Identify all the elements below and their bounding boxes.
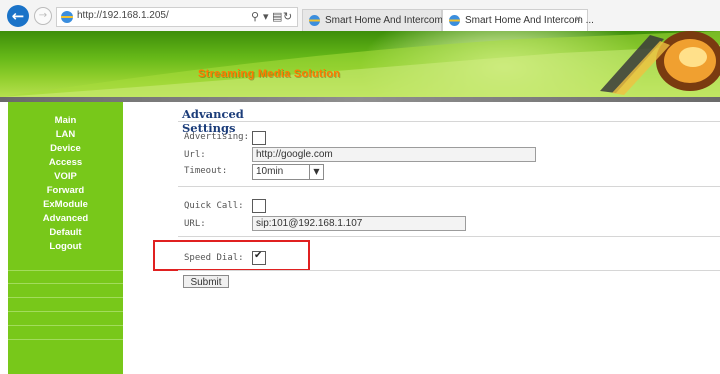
close-icon[interactable]: × bbox=[575, 14, 581, 25]
sidebar-item-default[interactable]: Default bbox=[8, 227, 123, 239]
sidebar-divider bbox=[8, 297, 123, 298]
timeout-select[interactable]: 10min ▼ bbox=[252, 164, 324, 180]
sidebar-item-lan[interactable]: LAN bbox=[8, 129, 123, 141]
url-label: Url: bbox=[184, 150, 206, 160]
sidebar-item-forward[interactable]: Forward bbox=[8, 185, 123, 197]
sidebar: Main LAN Device Access VOIP Forward ExMo… bbox=[8, 102, 123, 374]
timeout-value: 10min bbox=[256, 166, 284, 177]
chevron-down-icon: ▼ bbox=[309, 165, 323, 179]
search-icon[interactable]: ⚲ bbox=[251, 9, 259, 25]
timeout-label: Timeout: bbox=[184, 166, 228, 176]
browser-toolbar: ← → http://192.168.1.205/ ⚲ ▾ ▤ ↻ Smart … bbox=[0, 0, 720, 32]
sidebar-item-access[interactable]: Access bbox=[8, 157, 123, 169]
tab-ie-icon bbox=[449, 15, 460, 26]
sidebar-divider bbox=[8, 325, 123, 326]
banner-title: Streaming Media Solution bbox=[198, 68, 341, 80]
sidebar-divider bbox=[8, 283, 123, 284]
quick-url-label: URL: bbox=[184, 219, 206, 229]
page-banner: Streaming Media Solution bbox=[0, 31, 720, 97]
advertising-checkbox[interactable] bbox=[252, 131, 266, 145]
address-bar[interactable]: http://192.168.1.205/ ⚲ ▾ ▤ ↻ bbox=[56, 7, 298, 27]
sidebar-divider bbox=[8, 311, 123, 312]
compatibility-icon[interactable]: ▤ bbox=[272, 9, 282, 25]
sidebar-item-exmodule[interactable]: ExModule bbox=[8, 199, 123, 211]
sidebar-item-logout[interactable]: Logout bbox=[8, 241, 123, 253]
refresh-icon[interactable]: ↻ bbox=[283, 9, 292, 25]
sidebar-item-main[interactable]: Main bbox=[8, 115, 123, 127]
dropdown-arrow-icon[interactable]: ▾ bbox=[263, 9, 269, 25]
sidebar-divider bbox=[8, 270, 123, 271]
section-divider bbox=[178, 236, 720, 237]
quick-url-input[interactable]: sip:101@192.168.1.107 bbox=[252, 216, 466, 231]
sidebar-divider bbox=[8, 339, 123, 340]
sidebar-item-device[interactable]: Device bbox=[8, 143, 123, 155]
section-divider bbox=[178, 270, 720, 271]
advertising-label: Advertising: bbox=[184, 132, 250, 142]
speed-dial-label: Speed Dial: bbox=[184, 253, 244, 263]
submit-button[interactable]: Submit bbox=[183, 275, 229, 288]
forward-arrow-icon[interactable]: → bbox=[34, 7, 52, 25]
banner-decoration bbox=[0, 31, 720, 97]
speed-dial-checkbox[interactable] bbox=[252, 250, 266, 265]
sidebar-item-voip[interactable]: VOIP bbox=[8, 171, 123, 183]
address-url: http://192.168.1.205/ bbox=[77, 10, 169, 21]
sidebar-item-advanced[interactable]: Advanced bbox=[8, 213, 123, 225]
back-arrow-icon[interactable]: ← bbox=[7, 5, 29, 27]
tab-inactive[interactable]: Smart Home And Intercom Sys... bbox=[302, 9, 471, 32]
tab-ie-icon bbox=[309, 15, 320, 26]
url-input[interactable]: http://google.com bbox=[252, 147, 536, 162]
section-divider bbox=[178, 186, 720, 187]
ie-icon bbox=[61, 11, 73, 23]
quick-call-label: Quick Call: bbox=[184, 201, 244, 211]
tab-active[interactable]: Smart Home And Intercom ... × bbox=[442, 9, 594, 32]
title-divider bbox=[178, 121, 720, 122]
quick-call-checkbox[interactable] bbox=[252, 199, 266, 213]
